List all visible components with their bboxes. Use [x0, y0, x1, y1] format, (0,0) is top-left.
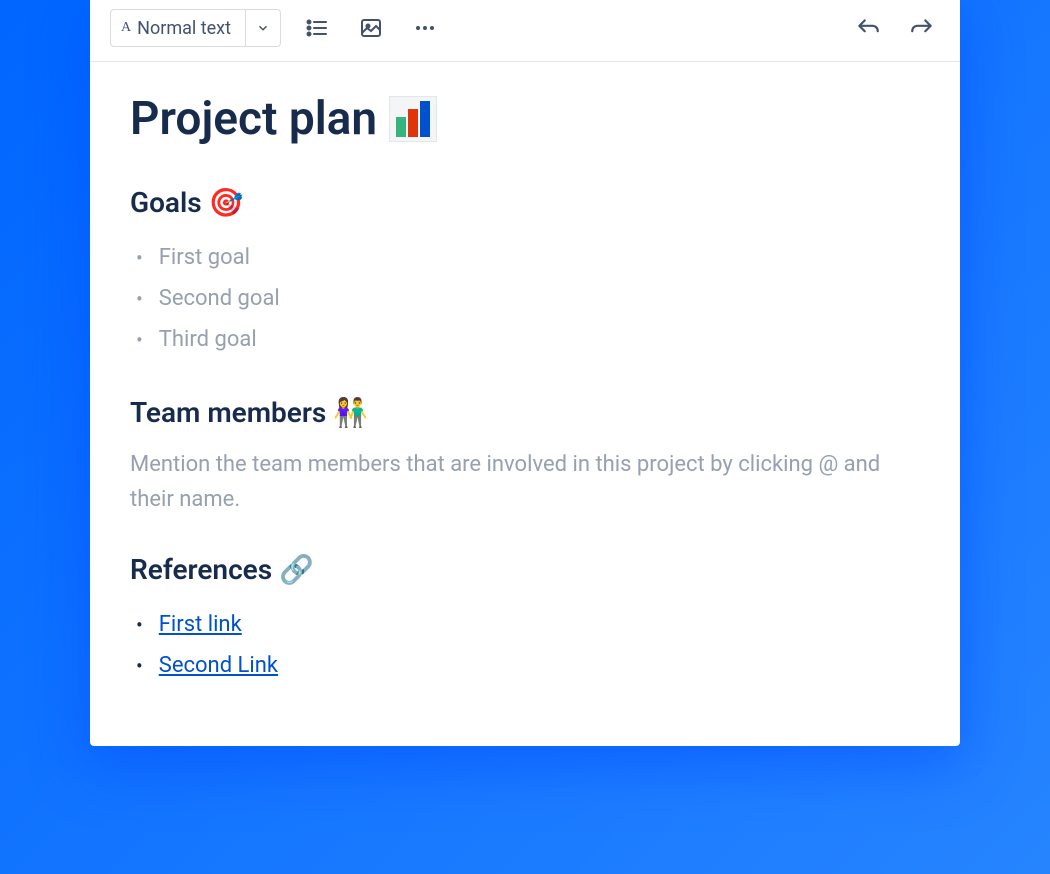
list-item[interactable]: Second goal: [136, 278, 920, 319]
text-style-dropdown[interactable]: A Normal text: [110, 9, 281, 47]
reference-link[interactable]: Second Link: [159, 653, 278, 678]
goals-heading[interactable]: Goals 🎯: [130, 186, 920, 219]
editor-window: A Normal text: [90, 0, 960, 746]
list-item[interactable]: Second Link: [136, 645, 920, 686]
redo-button[interactable]: [904, 10, 940, 46]
bullet-list-button[interactable]: [299, 10, 335, 46]
list-item[interactable]: First link: [136, 604, 920, 645]
image-button[interactable]: [353, 10, 389, 46]
document-content[interactable]: Project plan Goals 🎯 First goal Second g…: [90, 62, 960, 746]
page-title[interactable]: Project plan: [130, 92, 920, 146]
team-placeholder-text[interactable]: Mention the team members that are involv…: [130, 447, 920, 517]
chevron-down-icon: [256, 21, 270, 35]
text-style-glyph-icon: A: [121, 20, 131, 36]
goals-list[interactable]: First goal Second goal Third goal: [130, 237, 920, 360]
bar-chart-icon: [389, 96, 437, 142]
redo-icon: [909, 15, 935, 41]
goal-item-text: Third goal: [159, 327, 257, 352]
team-members-heading[interactable]: Team members 👫: [130, 396, 920, 429]
text-style-button[interactable]: A Normal text: [111, 10, 246, 46]
references-list[interactable]: First link Second Link: [130, 604, 920, 686]
list-item[interactable]: First goal: [136, 237, 920, 278]
editor-toolbar: A Normal text: [90, 0, 960, 62]
more-horizontal-icon: [413, 16, 437, 40]
reference-link[interactable]: First link: [159, 612, 242, 637]
references-heading[interactable]: References 🔗: [130, 553, 920, 586]
undo-icon: [855, 15, 881, 41]
page-title-text: Project plan: [130, 92, 377, 146]
goal-item-text: First goal: [159, 245, 250, 270]
image-icon: [359, 16, 383, 40]
more-options-button[interactable]: [407, 10, 443, 46]
text-style-chevron[interactable]: [246, 10, 280, 46]
bullet-list-icon: [305, 16, 329, 40]
undo-button[interactable]: [850, 10, 886, 46]
list-item[interactable]: Third goal: [136, 319, 920, 360]
goal-item-text: Second goal: [159, 286, 280, 311]
text-style-label: Normal text: [137, 18, 231, 39]
